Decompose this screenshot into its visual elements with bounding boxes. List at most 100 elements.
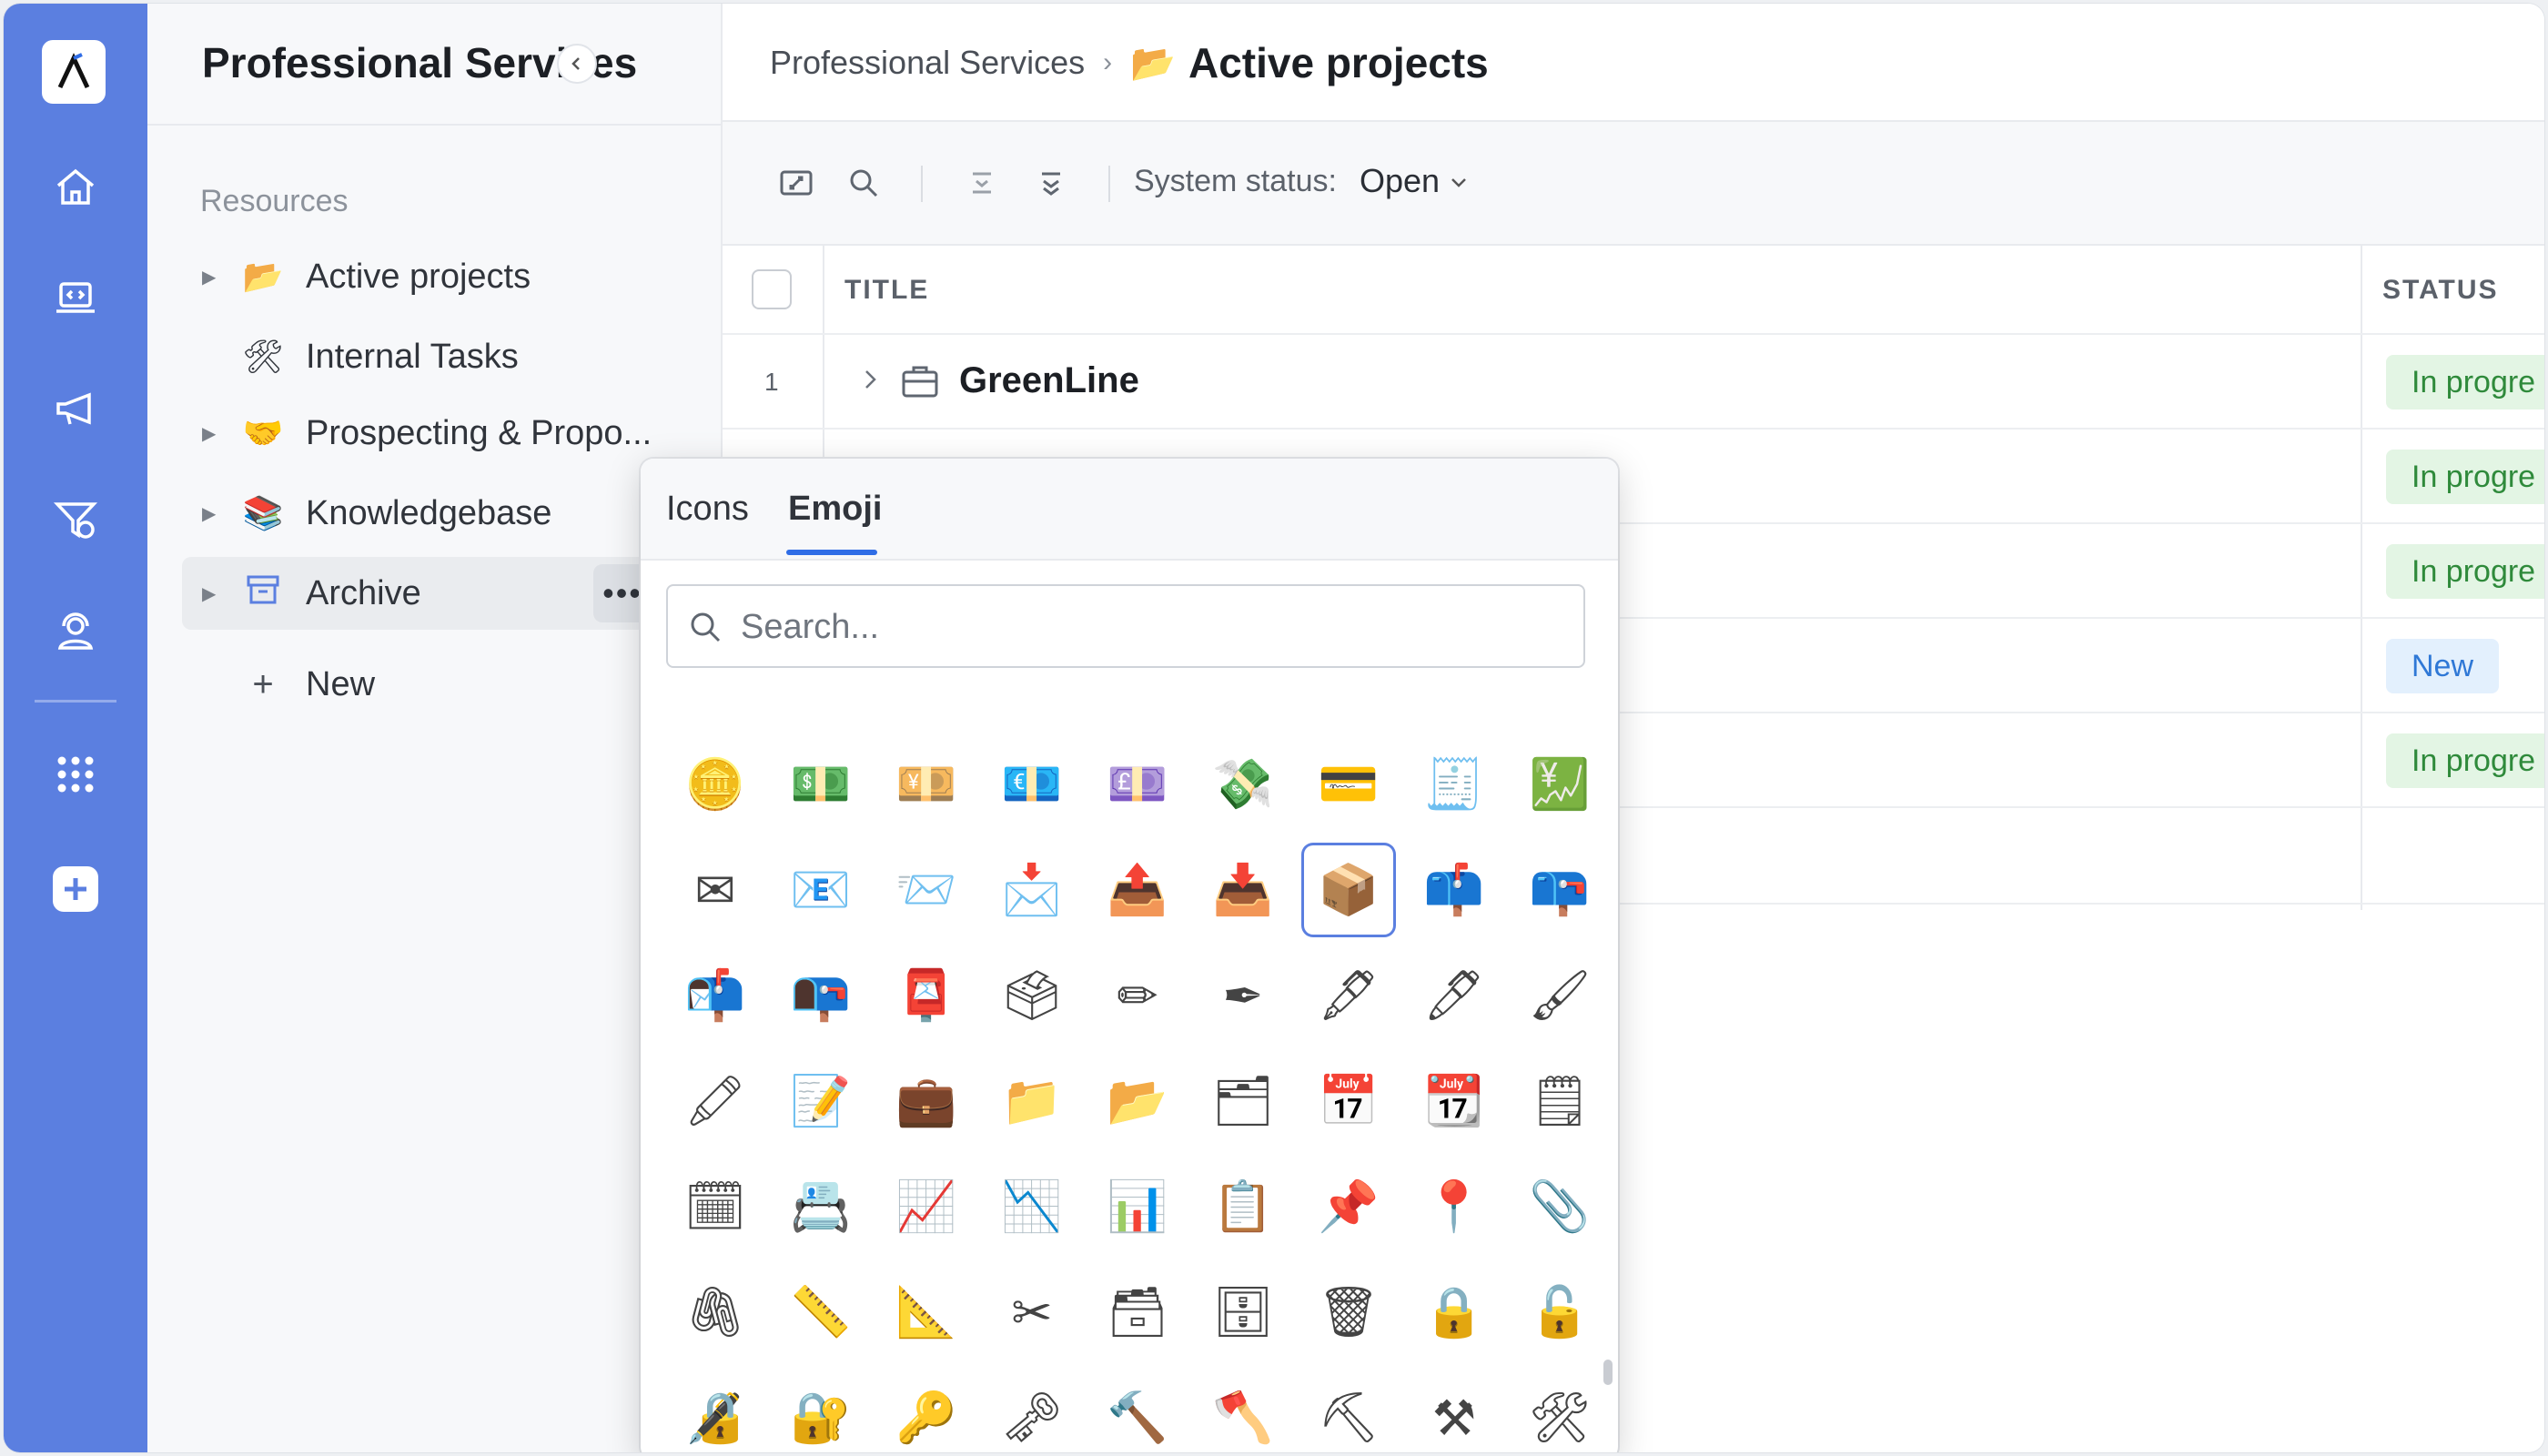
emoji-option[interactable]: ✏ — [1093, 951, 1182, 1040]
scrollbar[interactable] — [1603, 1360, 1613, 1385]
emoji-option[interactable]: 🔒 — [1410, 1268, 1499, 1357]
emoji-option[interactable]: ✉ — [671, 845, 760, 935]
sidebar-item-prospecting[interactable]: ▶ 🤝 Prospecting & Propo... — [182, 397, 664, 470]
emoji-option[interactable]: 🗳 — [987, 951, 1077, 1040]
emoji-option[interactable]: 🔓 — [1515, 1268, 1604, 1357]
emoji-option[interactable]: 🔑 — [882, 1373, 971, 1452]
home-icon[interactable] — [40, 151, 111, 222]
expand-arrow-icon[interactable]: ▶ — [202, 582, 220, 605]
status-badge[interactable]: In progre — [2386, 355, 2544, 410]
apps-grid-icon[interactable] — [40, 739, 111, 810]
emoji-option[interactable]: 📐 — [882, 1268, 971, 1357]
status-badge[interactable]: In progre — [2386, 544, 2544, 599]
emoji-option[interactable]: 🖌 — [1515, 951, 1604, 1040]
emoji-option[interactable]: 📊 — [1093, 1162, 1182, 1251]
support-agent-icon[interactable] — [40, 595, 111, 666]
emoji-option[interactable]: 🖊 — [1410, 951, 1499, 1040]
column-header-title[interactable]: TITLE — [844, 275, 929, 306]
collapse-sidebar-button[interactable] — [557, 44, 597, 84]
funnel-dollar-icon[interactable] — [40, 484, 111, 555]
emoji-option[interactable]: 📁 — [987, 1057, 1077, 1146]
status-badge[interactable]: New — [2386, 639, 2500, 693]
chevron-right-icon[interactable] — [859, 366, 881, 398]
sidebar-item-knowledgebase[interactable]: ▶ 📚 Knowledgebase — [182, 477, 664, 550]
emoji-option[interactable]: 🪙 — [671, 740, 760, 829]
collapse-all-icon[interactable] — [957, 158, 1006, 207]
search-input[interactable] — [739, 599, 1562, 655]
emoji-option[interactable]: ✂ — [987, 1268, 1077, 1357]
emoji-option[interactable]: 📍 — [1410, 1162, 1499, 1251]
tab-emoji[interactable]: Emoji — [788, 490, 882, 529]
laptop-code-icon[interactable] — [40, 262, 111, 333]
emoji-option[interactable]: 📇 — [776, 1162, 865, 1251]
emoji-option[interactable]: 📤 — [1093, 845, 1182, 935]
expand-arrow-icon[interactable]: ▶ — [202, 422, 220, 445]
emoji-option[interactable]: 📭 — [776, 951, 865, 1040]
emoji-option[interactable]: 🖍 — [671, 1057, 760, 1146]
emoji-option[interactable]: 💳 — [1304, 740, 1393, 829]
megaphone-icon[interactable] — [40, 373, 111, 444]
row-title[interactable]: GreenLine — [959, 360, 1139, 401]
emoji-option[interactable]: 📆 — [1410, 1057, 1499, 1146]
emoji-option[interactable]: 📨 — [882, 845, 971, 935]
emoji-option[interactable]: 💶 — [987, 740, 1077, 829]
app-logo[interactable] — [42, 40, 106, 104]
emoji-option[interactable]: 📂 — [1093, 1057, 1182, 1146]
emoji-option[interactable]: 📧 — [776, 845, 865, 935]
emoji-option[interactable]: 📥 — [1198, 845, 1288, 935]
emoji-option[interactable]: 📎 — [1515, 1162, 1604, 1251]
emoji-option[interactable]: 💴 — [882, 740, 971, 829]
emoji-search-field[interactable] — [666, 584, 1585, 668]
emoji-option[interactable]: 📅 — [1304, 1057, 1393, 1146]
emoji-option[interactable]: 📮 — [882, 951, 971, 1040]
column-header-status[interactable]: STATUS — [2382, 275, 2499, 306]
emoji-option[interactable]: 💷 — [1093, 740, 1182, 829]
emoji-option[interactable]: ✒ — [1198, 951, 1288, 1040]
emoji-option[interactable]: 🪓 — [1198, 1373, 1288, 1452]
tab-icons[interactable]: Icons — [666, 490, 749, 529]
emoji-option[interactable]: 🗒 — [1515, 1057, 1604, 1146]
sidebar-new-button[interactable]: + New — [182, 648, 664, 721]
emoji-option[interactable]: 📏 — [776, 1268, 865, 1357]
search-icon[interactable] — [839, 158, 888, 207]
emoji-option[interactable]: 🗑 — [1304, 1268, 1393, 1357]
emoji-option[interactable]: 💵 — [776, 740, 865, 829]
emoji-option[interactable]: 🧾 — [1410, 740, 1499, 829]
emoji-option[interactable]: 📫 — [1410, 845, 1499, 935]
emoji-option[interactable]: 🗓 — [671, 1162, 760, 1251]
emoji-option[interactable]: 📋 — [1198, 1162, 1288, 1251]
sidebar-item-internal-tasks[interactable]: 🛠 Internal Tasks — [182, 320, 664, 393]
emoji-option[interactable]: 📉 — [987, 1162, 1077, 1251]
sidebar-item-archive[interactable]: ▶ Archive ••• — [182, 557, 664, 630]
system-status-dropdown[interactable]: Open — [1360, 162, 1469, 200]
emoji-option[interactable]: 💹 — [1515, 740, 1604, 829]
emoji-option[interactable]: ⚒ — [1410, 1373, 1499, 1452]
status-badge[interactable]: In progre — [2386, 450, 2544, 504]
expand-icon[interactable] — [772, 158, 821, 207]
emoji-option[interactable]: 📝 — [776, 1057, 865, 1146]
emoji-option[interactable]: 📪 — [1515, 845, 1604, 935]
emoji-option[interactable]: 📬 — [671, 951, 760, 1040]
emoji-option[interactable]: 📦 — [1304, 845, 1393, 935]
emoji-option[interactable]: 🔨 — [1093, 1373, 1182, 1452]
emoji-option[interactable]: 💸 — [1198, 740, 1288, 829]
add-icon[interactable] — [40, 854, 111, 925]
select-all-checkbox[interactable] — [752, 269, 792, 309]
emoji-option[interactable]: 🖋 — [1304, 951, 1393, 1040]
emoji-option[interactable]: 🔐 — [776, 1373, 865, 1452]
emoji-option[interactable]: 📩 — [987, 845, 1077, 935]
emoji-option[interactable]: 🔏 — [671, 1373, 760, 1452]
expand-arrow-icon[interactable]: ▶ — [202, 502, 220, 525]
emoji-option[interactable]: 🗝 — [987, 1373, 1077, 1452]
status-badge[interactable]: In progre — [2386, 733, 2544, 788]
emoji-option[interactable]: 🖇 — [671, 1268, 760, 1357]
emoji-option[interactable]: 💼 — [882, 1057, 971, 1146]
emoji-option[interactable]: 📌 — [1304, 1162, 1393, 1251]
expand-all-icon[interactable] — [1026, 158, 1076, 207]
emoji-option[interactable]: 🗄 — [1198, 1268, 1288, 1357]
table-row[interactable]: 1 GreenLine In progre — [723, 333, 2544, 430]
breadcrumb-parent[interactable]: Professional Services — [770, 44, 1085, 82]
emoji-option[interactable]: 🗃 — [1093, 1268, 1182, 1357]
emoji-option[interactable]: ⛏ — [1304, 1373, 1393, 1452]
expand-arrow-icon[interactable]: ▶ — [202, 266, 220, 288]
